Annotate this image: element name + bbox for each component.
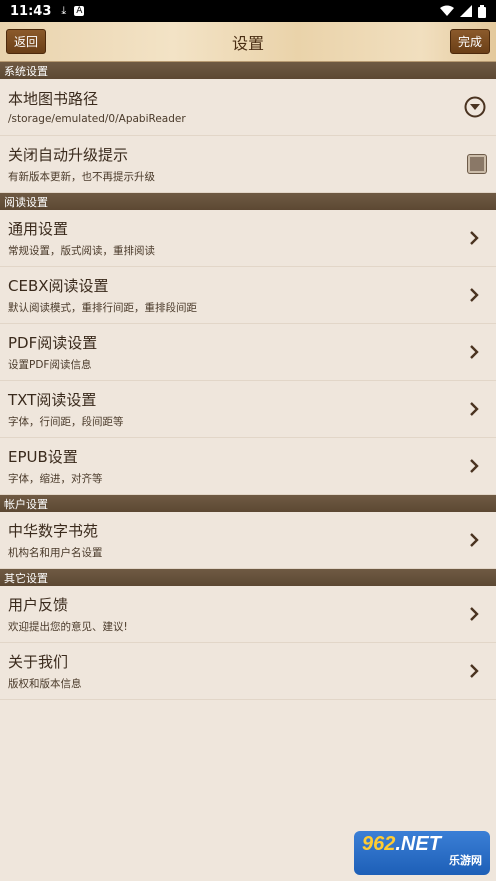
- page-title: 设置: [231, 33, 264, 53]
- item-title: 关于我们: [8, 652, 69, 671]
- status-time: 11:43: [10, 3, 52, 19]
- title-bar: 返回 设置 完成: [0, 22, 496, 62]
- item-title: 通用设置: [8, 219, 69, 238]
- battery-icon: [478, 4, 486, 18]
- chevron-right-icon: [470, 288, 479, 302]
- pdf-settings-item[interactable]: PDF阅读设置 设置PDF阅读信息: [0, 324, 496, 381]
- dropdown-icon[interactable]: [464, 96, 486, 118]
- signal-icon: [460, 5, 472, 17]
- item-subtitle: 字体，缩进，对齐等: [8, 472, 103, 485]
- item-title: PDF阅读设置: [8, 333, 98, 352]
- back-button[interactable]: 返回: [6, 29, 47, 54]
- section-other: 其它设置: [0, 569, 496, 586]
- wifi-icon: [440, 5, 454, 16]
- digital-library-item[interactable]: 中华数字书苑 机构名和用户名设置: [0, 512, 496, 569]
- download-icon: ⤓: [61, 4, 67, 17]
- about-us-item[interactable]: 关于我们 版权和版本信息: [0, 643, 496, 700]
- status-bar: 11:43 ⤓ A: [0, 0, 496, 22]
- general-settings-item[interactable]: 通用设置 常规设置，版式阅读，重排阅读: [0, 210, 496, 267]
- disable-auto-upgrade-item[interactable]: 关闭自动升级提示 有新版本更新，也不再提示升级: [0, 136, 496, 193]
- item-subtitle: 设置PDF阅读信息: [8, 358, 92, 371]
- watermark-brand: 962: [362, 833, 396, 855]
- chevron-right-icon: [470, 231, 479, 245]
- chevron-right-icon: [470, 607, 479, 621]
- chevron-right-icon: [470, 664, 479, 678]
- section-reading: 阅读设置: [0, 193, 496, 210]
- local-book-path-item[interactable]: 本地图书路径 /storage/emulated/0/ApabiReader: [0, 79, 496, 136]
- cebx-settings-item[interactable]: CEBX阅读设置 默认阅读模式，重排行间距，重排段间距: [0, 267, 496, 324]
- item-subtitle: 机构名和用户名设置: [8, 546, 103, 559]
- txt-settings-item[interactable]: TXT阅读设置 字体，行间距，段间距等: [0, 381, 496, 438]
- item-subtitle: 欢迎提出您的意见、建议!: [8, 620, 128, 633]
- done-button[interactable]: 完成: [449, 29, 490, 54]
- watermark-suffix: .NET: [395, 833, 441, 855]
- watermark-logo: 962.NET 乐游网: [354, 831, 490, 875]
- item-title: 关闭自动升级提示: [8, 145, 129, 164]
- section-system: 系统设置: [0, 62, 496, 79]
- chevron-right-icon: [470, 345, 479, 359]
- item-title: 中华数字书苑: [8, 521, 99, 540]
- user-feedback-item[interactable]: 用户反馈 欢迎提出您的意见、建议!: [0, 586, 496, 643]
- item-title: 本地图书路径: [8, 90, 99, 108]
- epub-settings-item[interactable]: EPUB设置 字体，缩进，对齐等: [0, 438, 496, 495]
- chevron-right-icon: [470, 533, 479, 547]
- chevron-right-icon: [470, 402, 479, 416]
- item-title: 用户反馈: [8, 595, 69, 614]
- chevron-right-icon: [470, 459, 479, 473]
- item-title: EPUB设置: [8, 447, 78, 466]
- item-subtitle: 常规设置，版式阅读，重排阅读: [8, 244, 155, 257]
- item-subtitle: 版权和版本信息: [8, 677, 82, 690]
- item-title: TXT阅读设置: [8, 390, 97, 409]
- a-icon: A: [74, 6, 85, 16]
- auto-upgrade-checkbox[interactable]: [468, 155, 486, 173]
- item-subtitle: 默认阅读模式，重排行间距，重排段间距: [8, 301, 197, 314]
- item-subtitle: 有新版本更新，也不再提示升级: [8, 170, 155, 183]
- section-account: 帐户设置: [0, 495, 496, 512]
- item-title: CEBX阅读设置: [8, 276, 109, 295]
- item-subtitle: 字体，行间距，段间距等: [8, 415, 124, 428]
- item-subtitle: /storage/emulated/0/ApabiReader: [8, 113, 186, 125]
